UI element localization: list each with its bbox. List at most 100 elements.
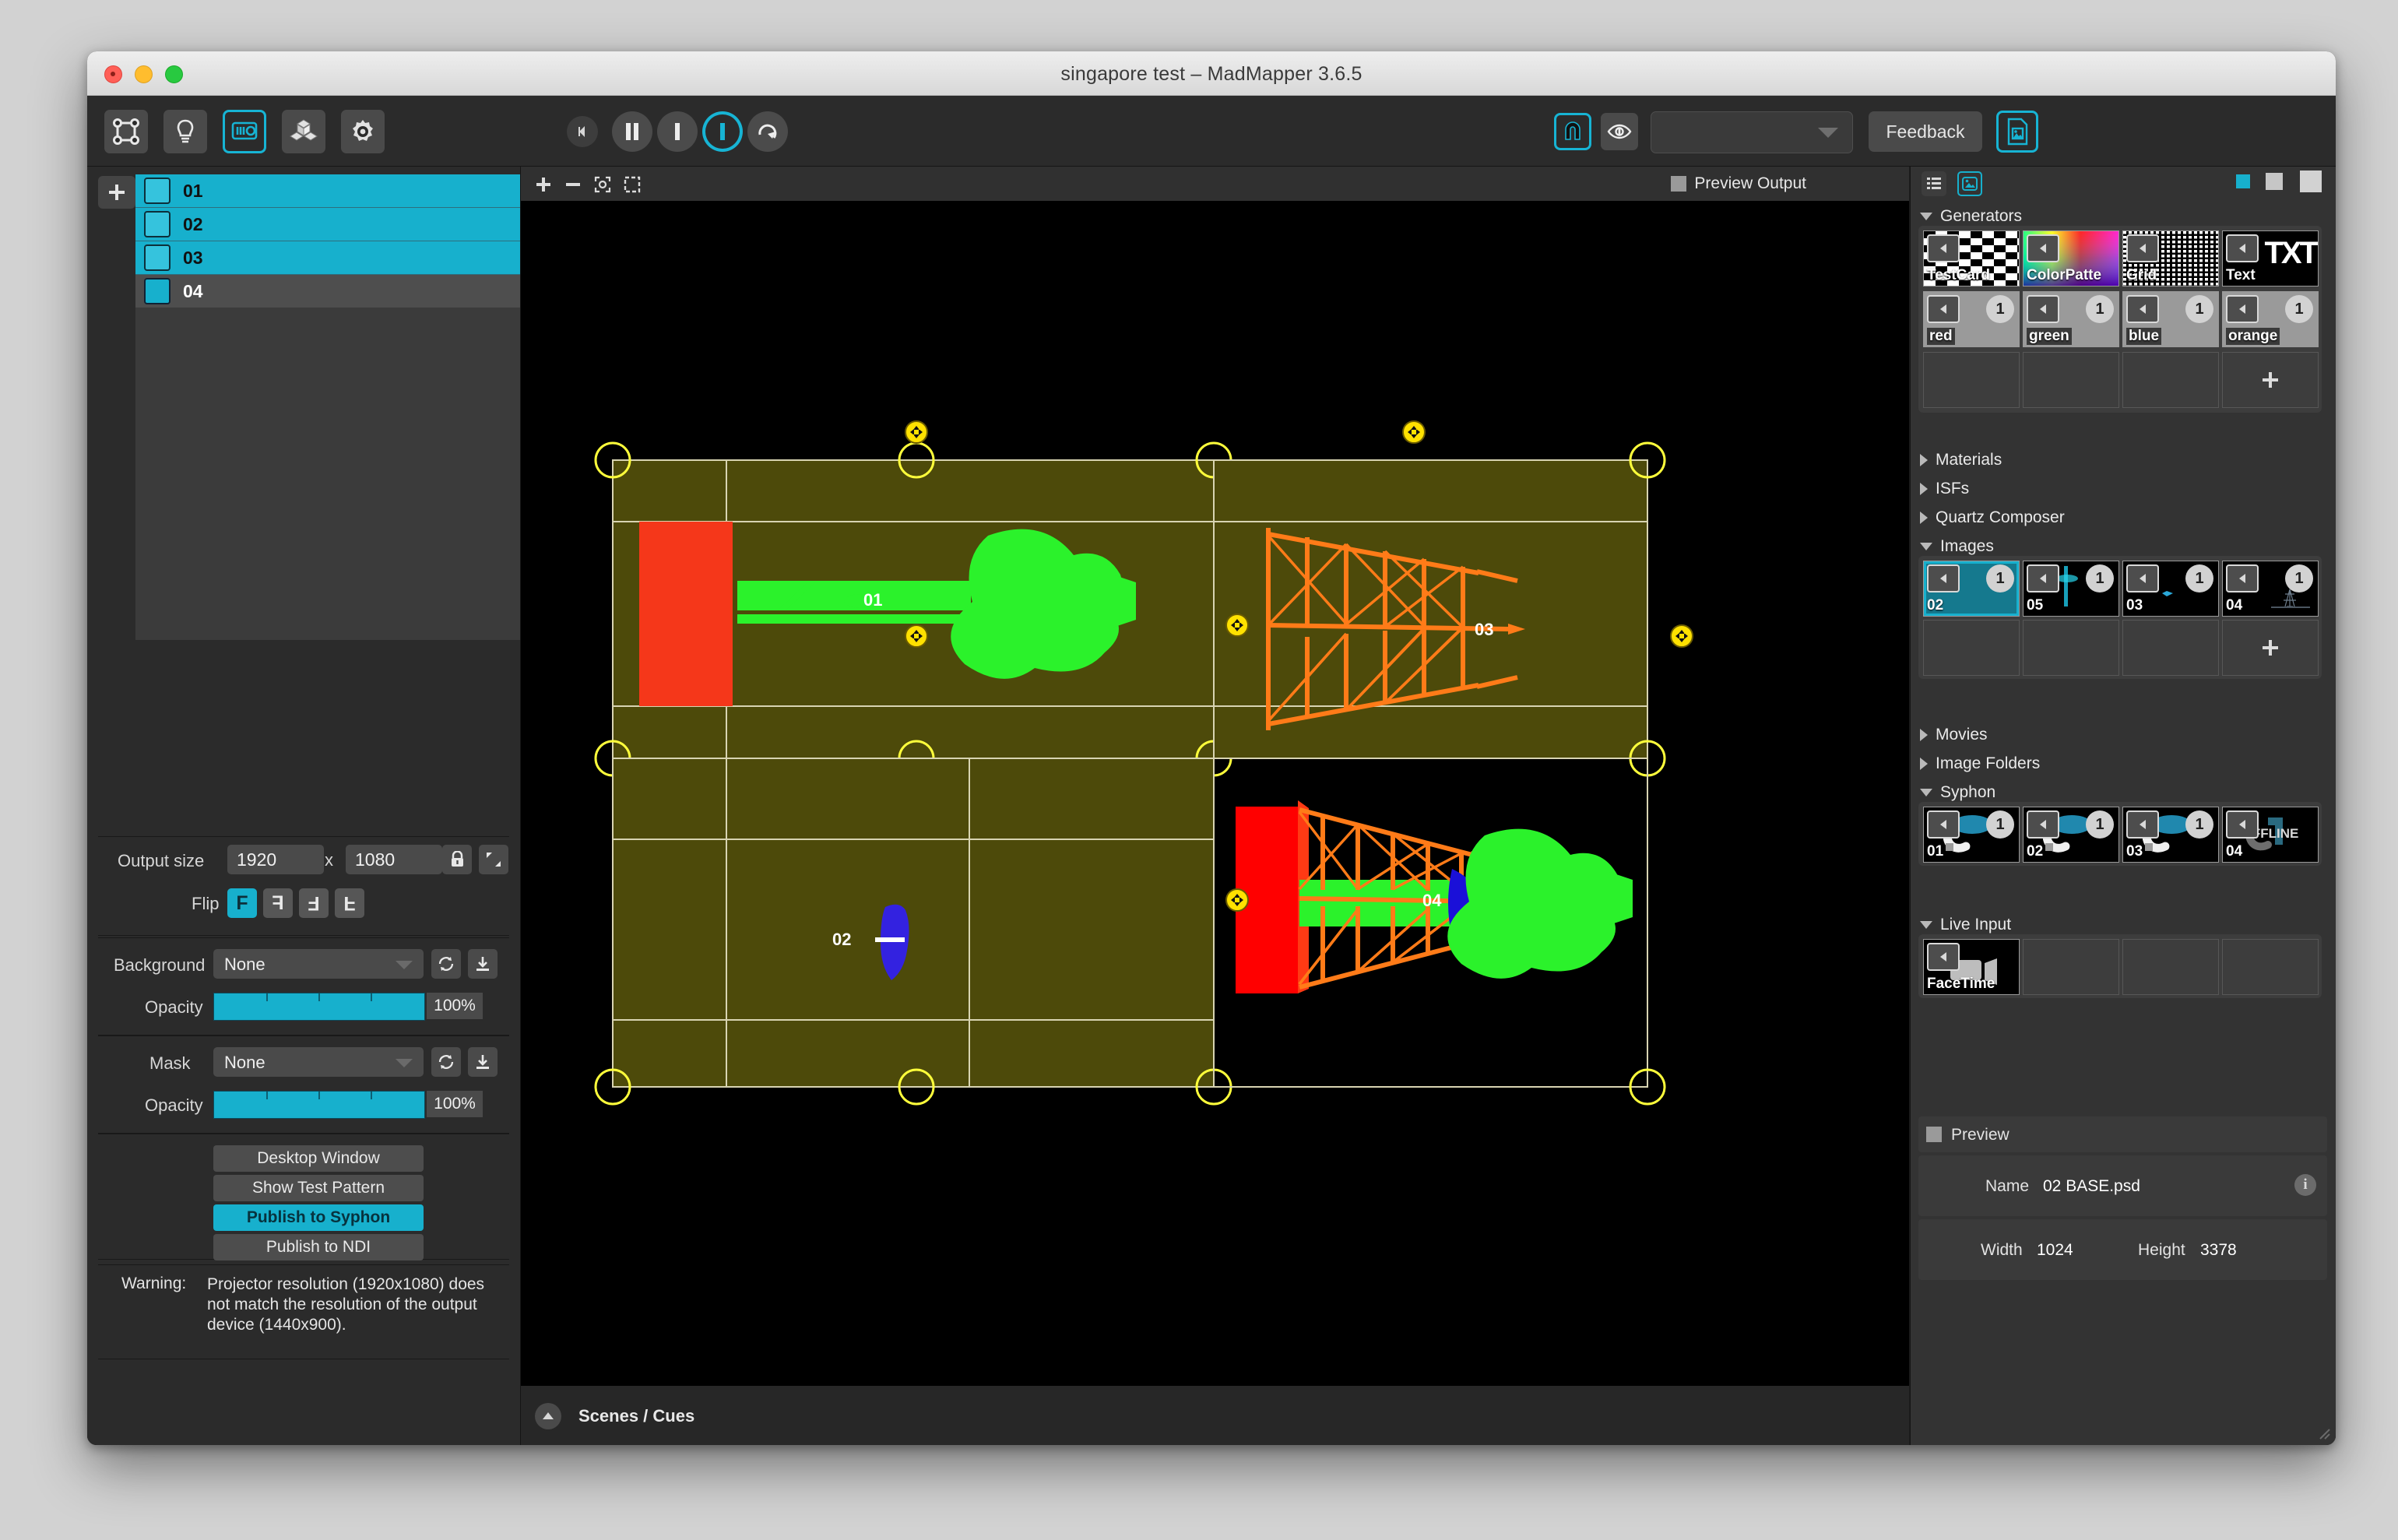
image-02[interactable]: 1 02: [1923, 561, 2020, 617]
play-icon[interactable]: [2027, 564, 2059, 592]
generator-slot-empty[interactable]: [2023, 352, 2119, 408]
add-layer-button[interactable]: [98, 176, 135, 209]
eye-icon[interactable]: [1601, 113, 1638, 150]
layer-row[interactable]: 04: [135, 275, 520, 308]
generator-text[interactable]: TXT Text: [2222, 230, 2319, 287]
section-isfs[interactable]: ISFs: [1920, 480, 1969, 498]
preview-checkbox[interactable]: [1926, 1127, 1942, 1142]
generator-testcard[interactable]: TestCard: [1923, 230, 2020, 287]
play-icon[interactable]: [1927, 943, 1960, 971]
scenes-cues-label[interactable]: Scenes / Cues: [578, 1406, 694, 1426]
output-width-input[interactable]: 1920: [227, 845, 324, 874]
fit-view-icon[interactable]: [591, 173, 614, 196]
preview-output-checkbox[interactable]: [1671, 176, 1687, 192]
generator-slot-empty[interactable]: [2122, 352, 2219, 408]
feedback-button[interactable]: Feedback: [1869, 111, 1982, 152]
layer-row[interactable]: 03: [135, 241, 520, 275]
image-slot-empty[interactable]: [1923, 620, 2020, 676]
collapse-left-panel-icon[interactable]: [567, 116, 598, 147]
size-medium-button[interactable]: [2266, 173, 2283, 190]
lock-aspect-icon[interactable]: [442, 845, 472, 874]
section-syphon[interactable]: Syphon: [1920, 783, 1995, 802]
generator-orange[interactable]: 1 orange: [2222, 291, 2319, 347]
background-load-icon[interactable]: [468, 949, 498, 979]
generator-green[interactable]: 1 green: [2023, 291, 2119, 347]
generator-slot-empty[interactable]: [1923, 352, 2020, 408]
section-movies[interactable]: Movies: [1920, 726, 1988, 744]
flip-both-button[interactable]: F: [299, 888, 329, 918]
section-materials[interactable]: Materials: [1920, 451, 2002, 469]
image-05[interactable]: 1 05: [2023, 561, 2119, 617]
mask-load-icon[interactable]: [468, 1047, 498, 1077]
resync-button[interactable]: [747, 111, 788, 152]
thumbnail-view-icon[interactable]: [1957, 171, 1982, 196]
scenes-expand-icon[interactable]: [535, 1403, 561, 1429]
play-icon[interactable]: [2126, 810, 2159, 839]
modules-icon[interactable]: [282, 110, 325, 153]
media-icon[interactable]: [223, 110, 266, 153]
image-03[interactable]: 1 03: [2122, 561, 2219, 617]
lights-icon[interactable]: [164, 110, 207, 153]
live-input-facetime[interactable]: FaceTime: [1923, 939, 2020, 995]
publish-to-ndi-button[interactable]: Publish to NDI: [213, 1234, 424, 1260]
generator-colorpattern[interactable]: ColorPatte: [2023, 230, 2119, 287]
layer-enable-checkbox[interactable]: [144, 278, 171, 304]
play-icon[interactable]: [2126, 234, 2159, 262]
show-test-pattern-button[interactable]: Show Test Pattern: [213, 1175, 424, 1201]
play-icon[interactable]: [1927, 295, 1960, 323]
layer-enable-checkbox[interactable]: [144, 178, 171, 204]
mask-opacity-value[interactable]: 100%: [427, 1091, 483, 1117]
background-opacity-value[interactable]: 100%: [427, 993, 483, 1019]
play-icon[interactable]: [2226, 810, 2259, 839]
resize-grip[interactable]: [2314, 1423, 2331, 1440]
preview-header-row[interactable]: Preview: [1918, 1116, 2327, 1152]
image-slot-empty[interactable]: [2122, 620, 2219, 676]
mapping-stage[interactable]: 01 03 02 04: [521, 201, 1909, 1386]
section-quartz-composer[interactable]: Quartz Composer: [1920, 508, 2065, 527]
media-select[interactable]: [1651, 111, 1853, 153]
mask-opacity-slider[interactable]: [213, 1091, 425, 1119]
play-icon[interactable]: [2226, 295, 2259, 323]
layer-list[interactable]: 01 02 03 04: [135, 174, 520, 640]
section-generators[interactable]: Generators: [1920, 207, 2022, 226]
flip-none-button[interactable]: F: [227, 888, 257, 918]
layer-row[interactable]: 01: [135, 174, 520, 208]
size-large-button[interactable]: [2300, 171, 2322, 192]
info-icon[interactable]: i: [2294, 1174, 2316, 1196]
layer-row[interactable]: 02: [135, 208, 520, 241]
magnet-icon[interactable]: [1554, 113, 1591, 150]
play-icon[interactable]: [2027, 234, 2059, 262]
generator-red[interactable]: 1 red: [1923, 291, 2020, 347]
add-generator-button[interactable]: [2222, 352, 2319, 408]
image-slot-empty[interactable]: [2023, 620, 2119, 676]
desktop-window-button[interactable]: Desktop Window: [213, 1145, 424, 1172]
syphon-04-offline[interactable]: OFFLINE 04: [2222, 807, 2319, 863]
list-view-icon[interactable]: [1922, 171, 1946, 196]
pause-button[interactable]: [612, 111, 652, 152]
play-icon[interactable]: [2126, 295, 2159, 323]
layer-enable-checkbox[interactable]: [144, 244, 171, 271]
mask-select[interactable]: None: [213, 1047, 424, 1077]
play-icon[interactable]: [1927, 234, 1960, 262]
output-height-input[interactable]: 1080: [346, 845, 442, 874]
play-icon[interactable]: [1927, 564, 1960, 592]
surfaces-icon[interactable]: [104, 110, 148, 153]
section-live-input[interactable]: Live Input: [1920, 916, 2011, 934]
syphon-03[interactable]: 1 03: [2122, 807, 2219, 863]
preferences-icon[interactable]: [341, 110, 385, 153]
live-input-slot-empty[interactable]: [2023, 939, 2119, 995]
generator-blue[interactable]: 1 blue: [2122, 291, 2219, 347]
generator-grid[interactable]: Grid: [2122, 230, 2219, 287]
select-region-icon[interactable]: [621, 173, 644, 196]
play-icon[interactable]: [2226, 564, 2259, 592]
flip-horizontal-button[interactable]: F: [263, 888, 293, 918]
add-surface-icon[interactable]: [532, 173, 555, 196]
play-icon[interactable]: [1927, 810, 1960, 839]
live-input-slot-empty[interactable]: [2122, 939, 2219, 995]
syphon-01[interactable]: 1 01: [1923, 807, 2020, 863]
play-icon[interactable]: [2027, 295, 2059, 323]
bpm-button[interactable]: [657, 111, 698, 152]
play-icon[interactable]: [2126, 564, 2159, 592]
play-icon[interactable]: [2027, 810, 2059, 839]
fit-output-icon[interactable]: [479, 845, 508, 874]
